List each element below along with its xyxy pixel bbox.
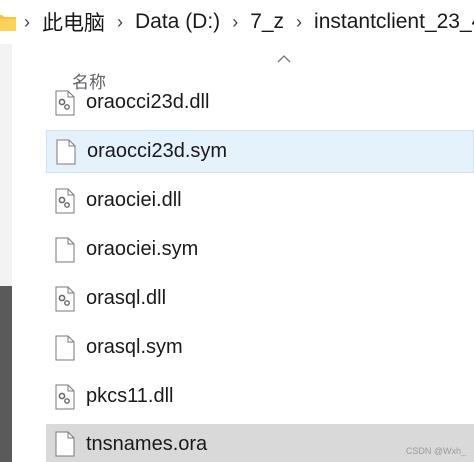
- folder-icon: [0, 15, 16, 31]
- file-row-oraociei-dll[interactable]: oraociei.dll: [46, 179, 474, 222]
- dll-file-icon: [55, 286, 75, 311]
- generic-file-icon: [55, 335, 75, 360]
- file-name: tnsnames.ora: [86, 432, 208, 455]
- sort-ascending-icon: [277, 55, 291, 63]
- file-name: oraocci23d.sym: [87, 140, 228, 162]
- chevron-right-icon[interactable]: ›: [296, 12, 302, 33]
- file-row-orasql-sym[interactable]: orasql.sym: [46, 326, 474, 369]
- file-name: orasql.sym: [86, 336, 183, 358]
- generic-file-icon: [56, 139, 76, 164]
- breadcrumb-item-instantclient[interactable]: instantclient_23_4: [314, 10, 474, 34]
- file-name: oraocci23d.dll: [86, 91, 210, 113]
- file-row-pkcs11-dll[interactable]: pkcs11.dll: [46, 375, 474, 418]
- file-explorer-window: › 此电脑 › Data (D:) › 7_z › instantclient_…: [0, 0, 474, 462]
- breadcrumb[interactable]: › 此电脑 › Data (D:) › 7_z › instantclient_…: [0, 0, 474, 44]
- chevron-right-icon[interactable]: ›: [24, 12, 30, 33]
- dll-file-icon: [55, 188, 75, 213]
- breadcrumb-item-data-drive[interactable]: Data (D:): [135, 10, 220, 34]
- file-row-oraocci23d-sym[interactable]: oraocci23d.sym: [46, 130, 474, 173]
- breadcrumb-item-this-pc[interactable]: 此电脑: [42, 7, 105, 37]
- dll-file-icon: [55, 384, 75, 409]
- breadcrumb-item-7z[interactable]: 7_z: [250, 10, 284, 34]
- watermark: CSDN @Wxh_: [405, 446, 466, 456]
- dll-file-icon: [55, 90, 75, 115]
- file-row-oraocci23d-dll[interactable]: oraocci23d.dll: [46, 81, 474, 124]
- navigation-pane-scrollbar[interactable]: [0, 286, 12, 462]
- generic-file-icon: [55, 237, 75, 262]
- file-name: pkcs11.dll: [86, 385, 174, 407]
- file-name: orasql.dll: [86, 287, 167, 309]
- file-name: oraociei.dll: [86, 189, 182, 211]
- file-row-orasql-dll[interactable]: orasql.dll: [46, 277, 474, 320]
- file-row-tnsnames-ora[interactable]: tnsnames.ora: [46, 424, 474, 462]
- generic-file-icon: [55, 431, 75, 457]
- file-row-oraociei-sym[interactable]: oraociei.sym: [46, 228, 474, 271]
- chevron-right-icon[interactable]: ›: [232, 12, 238, 33]
- file-name: oraociei.sym: [86, 238, 199, 260]
- chevron-right-icon[interactable]: ›: [117, 12, 123, 33]
